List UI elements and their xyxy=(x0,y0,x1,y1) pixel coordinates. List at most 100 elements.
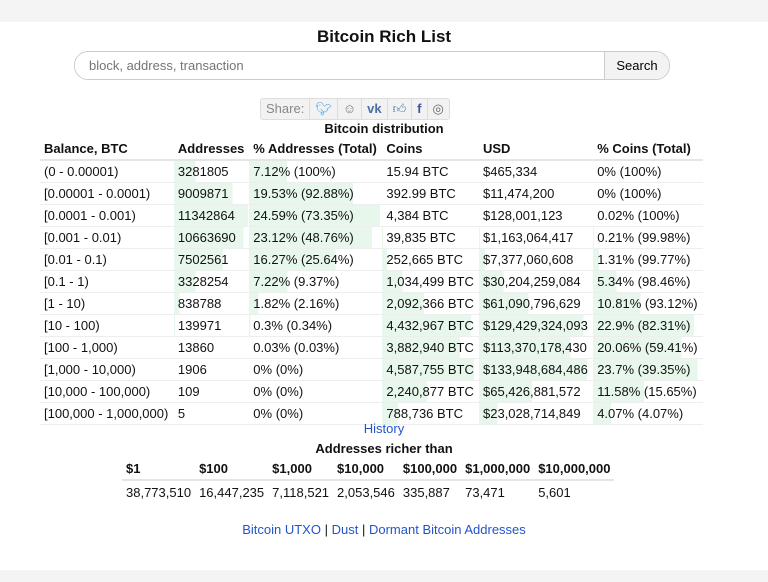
table-row: [0.1 - 1) 3328254 7.22% (9.37%) 1,034,499 B… xyxy=(40,270,703,293)
table-cell: [10,000 - 100,000) xyxy=(40,380,174,403)
column-header: Balance, BTC xyxy=(40,137,174,161)
table-cell: 109 xyxy=(173,380,250,403)
table-cell: 4,587,755 BTC xyxy=(382,358,479,381)
separator: | xyxy=(324,522,328,537)
table-cell: 3328254 xyxy=(173,270,250,293)
table-cell: 1.82% (2.16%) xyxy=(249,292,383,315)
table-cell: 335,887 xyxy=(402,484,450,500)
table-cell: $129,429,324,093 xyxy=(479,314,594,337)
table-cell: 3,882,940 BTC xyxy=(382,336,479,359)
table-cell: [0.00001 - 0.0001) xyxy=(40,182,174,205)
distribution-caption: Bitcoin distribution xyxy=(324,121,444,136)
history-link[interactable]: History xyxy=(364,421,404,436)
column-header: % Coins (Total) xyxy=(593,137,703,161)
table-cell: 9009871 xyxy=(173,182,250,205)
table-cell: [100 - 1,000) xyxy=(40,336,174,359)
table-cell: 24.59% (73.35%) xyxy=(249,204,383,227)
page-title: Bitcoin Rich List xyxy=(316,27,452,46)
table-cell: 7.12% (100%) xyxy=(249,160,383,183)
table-cell: 1.31% (99.77%) xyxy=(593,248,703,271)
table-cell: 4,432,967 BTC xyxy=(382,314,479,337)
table-cell: 0.03% (0.03%) xyxy=(249,336,383,359)
utxo-link[interactable]: Bitcoin UTXO xyxy=(242,522,321,537)
column-header: $100 xyxy=(195,457,269,481)
table-cell: 7.22% (9.37%) xyxy=(249,270,383,293)
table-cell: 392.99 BTC xyxy=(382,182,479,205)
table-cell: 0% (100%) xyxy=(593,160,703,183)
table-cell: [1,000 - 10,000) xyxy=(40,358,174,381)
table-cell: [0.001 - 0.01) xyxy=(40,226,174,249)
table-cell: 22.9% (82.31%) xyxy=(593,314,703,337)
twitter-icon[interactable]: 🐦︎ xyxy=(310,99,338,119)
table-row: [1,000 - 10,000) 1906 0% (0%) 4,587,755 BTC… xyxy=(40,358,703,381)
vk-icon[interactable]: vk xyxy=(362,99,388,119)
table-cell: 39,835 BTC xyxy=(382,226,479,249)
share-label: Share: xyxy=(261,99,311,119)
column-header: % Addresses (Total) xyxy=(249,137,383,161)
table-cell: $465,334 xyxy=(479,160,594,183)
column-header: Coins xyxy=(382,137,479,161)
richer-caption: Addresses richer than xyxy=(315,441,453,456)
table-cell: 15.94 BTC xyxy=(382,160,479,183)
table-cell: 19.53% (92.88%) xyxy=(249,182,383,205)
table-row: [0.00001 - 0.0001) 9009871 19.53% (92.88%)… xyxy=(40,182,703,205)
reddit-icon[interactable]: ☺ xyxy=(338,99,363,119)
table-cell: $7,377,060,608 xyxy=(479,248,594,271)
table-cell: 5.34% (98.46%) xyxy=(593,270,703,293)
table-cell: 2,053,546 xyxy=(337,484,395,500)
richer-table: $1 $100 $1,000 $10,000 $100,000 $1,000,000 $10… xyxy=(122,457,615,503)
table-cell: 16.27% (25.64%) xyxy=(249,248,383,271)
table-cell: 0.02% (100%) xyxy=(593,204,703,227)
table-cell: (0 - 0.00001) xyxy=(40,160,174,183)
table-cell: [0.0001 - 0.001) xyxy=(40,204,174,227)
table-row: [10,000 - 100,000) 109 0% (0%) 2,240,877 BT… xyxy=(40,380,703,403)
dust-link[interactable]: Dust xyxy=(332,522,359,537)
table-cell: 139971 xyxy=(173,314,250,337)
table-cell: $11,474,200 xyxy=(479,182,594,205)
table-cell: 0% (0%) xyxy=(249,358,383,381)
share-bar: Share: 🐦︎ ☺ vk 👍︎ f ◎ xyxy=(260,98,450,120)
facebook-icon[interactable]: f xyxy=(412,99,428,119)
table-cell: [10 - 100) xyxy=(40,314,174,337)
table-cell: 73,471 xyxy=(465,484,505,500)
footer-links: Bitcoin UTXO | Dust | Dormant Bitcoin Ad… xyxy=(0,522,768,537)
table-cell: $128,001,123 xyxy=(479,204,594,227)
search-button[interactable]: Search xyxy=(604,52,669,79)
distribution-table: Balance, BTC Addresses% Addresses (Total)… xyxy=(40,137,703,425)
table-row: [0.01 - 0.1) 7502561 16.27% (25.64%) 252,66… xyxy=(40,248,703,271)
table-cell: [0.01 - 0.1) xyxy=(40,248,174,271)
table-cell: 38,773,510 xyxy=(126,484,192,500)
column-header: $100,000 xyxy=(398,457,462,481)
weibo-icon[interactable]: ◎ xyxy=(428,99,449,119)
table-cell: [1 - 10) xyxy=(40,292,174,315)
like-icon[interactable]: 👍︎ xyxy=(388,99,413,119)
table-cell: 1,034,499 BTC xyxy=(382,270,479,293)
separator: | xyxy=(361,522,366,537)
table-cell: 11342864 xyxy=(173,204,250,227)
table-row: [10 - 100) 139971 0.3% (0.34%) 4,432,967 BT… xyxy=(40,314,703,337)
table-cell: 23.12% (48.76%) xyxy=(249,226,383,249)
table-cell: 16,447,235 xyxy=(199,484,265,500)
table-cell: 13860 xyxy=(173,336,250,359)
table-cell: 7,118,521 xyxy=(272,484,330,500)
column-header: $1,000 xyxy=(268,457,334,481)
table-cell: 2,240,877 BTC xyxy=(382,380,479,403)
table-row: [1 - 10) 838788 1.82% (2.16%) 2,092,366 BTC… xyxy=(40,292,703,315)
table-cell: 3281805 xyxy=(173,160,250,183)
search-input[interactable] xyxy=(75,52,604,79)
column-header: $1,000,000 xyxy=(461,457,535,481)
table-cell: 10663690 xyxy=(173,226,250,249)
table-cell: 23.7% (39.35%) xyxy=(593,358,703,381)
table-cell: $61,090,796,629 xyxy=(479,292,594,315)
table-cell: 0.21% (99.98%) xyxy=(593,226,703,249)
column-header: $1 xyxy=(122,457,196,481)
table-cell: 7502561 xyxy=(173,248,250,271)
column-header: $10,000 xyxy=(333,457,399,481)
table-cell: [0.1 - 1) xyxy=(40,270,174,293)
table-cell: 2,092,366 BTC xyxy=(382,292,479,315)
table-cell: 838788 xyxy=(173,292,250,315)
table-cell: $65,426,881,572 xyxy=(479,380,594,403)
dormant-link[interactable]: Dormant Bitcoin Addresses xyxy=(369,522,526,537)
column-header: $10,000,000 xyxy=(534,457,615,481)
table-cell: 20.06% (59.41%) xyxy=(593,336,703,359)
